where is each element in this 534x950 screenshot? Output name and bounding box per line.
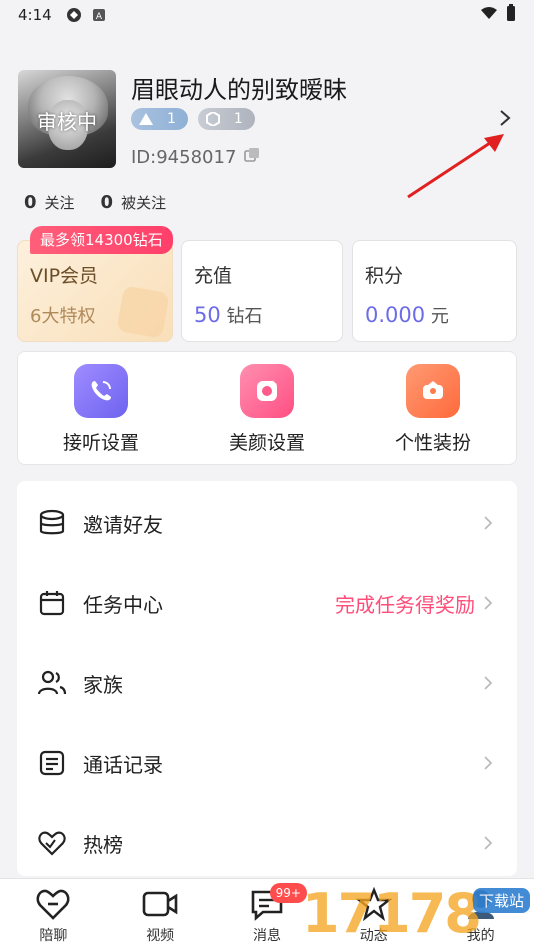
settings-menu: 邀请好友 任务中心 完成任务得奖励 家族 通话记录 热榜 bbox=[17, 481, 517, 876]
menu-item-label: 邀请好友 bbox=[83, 512, 163, 537]
asset-cards: VIP会员 6大特权 最多领14300钻石 充值 50 钻石 积分 0.000 … bbox=[17, 226, 517, 342]
following-stat[interactable]: 0 关注 bbox=[24, 192, 75, 213]
heart-chat-icon bbox=[36, 889, 70, 920]
app-badge-icon: A bbox=[92, 8, 106, 22]
user-id-text: ID:9458017 bbox=[131, 147, 237, 168]
status-bar: 4:14 A bbox=[0, 0, 534, 30]
shortcut-answer-settings[interactable]: 接听设置 bbox=[18, 352, 184, 464]
avatar-review-status: 审核中 bbox=[37, 110, 97, 134]
calendar-icon bbox=[37, 588, 67, 618]
profile-icon bbox=[467, 890, 494, 919]
dress-up-icon bbox=[406, 364, 460, 418]
recharge-title: 充值 bbox=[194, 265, 233, 287]
user-id: ID:9458017 bbox=[131, 147, 260, 168]
menu-item-task-center[interactable]: 任务中心 完成任务得奖励 bbox=[17, 563, 517, 643]
menu-item-label: 通话记录 bbox=[83, 752, 163, 777]
follow-stats: 0 关注 0 被关注 bbox=[24, 192, 166, 213]
shortcut-label: 个性装扮 bbox=[394, 432, 471, 454]
points-title: 积分 bbox=[365, 265, 404, 287]
status-time: 4:14 bbox=[18, 6, 52, 24]
points-amount: 0.000 bbox=[365, 303, 426, 327]
menu-item-label: 热榜 bbox=[83, 832, 123, 857]
chevron-right-icon bbox=[483, 834, 497, 852]
bottom-tab-bar: 陪聊 视频 消息 99+ 动态 我的 bbox=[0, 878, 534, 950]
followers-label: 被关注 bbox=[121, 194, 167, 212]
wifi-icon bbox=[480, 6, 498, 24]
wealth-level-badge: 1 bbox=[131, 108, 188, 130]
coins-stack-icon bbox=[37, 508, 67, 538]
vip-decoration bbox=[116, 285, 170, 339]
avatar[interactable]: 审核中 bbox=[18, 70, 116, 168]
chevron-right-icon bbox=[483, 754, 497, 772]
charm-level-badge: 1 bbox=[197, 108, 255, 130]
hexagon-gem-icon bbox=[205, 112, 220, 126]
points-card[interactable]: 积分 0.000 元 bbox=[352, 240, 517, 342]
beauty-icon bbox=[240, 364, 294, 418]
vip-promo-badge: 最多领14300钻石 bbox=[30, 226, 173, 254]
document-icon bbox=[37, 748, 67, 778]
profile-chevron-icon[interactable] bbox=[495, 108, 515, 128]
chevron-right-icon bbox=[483, 674, 497, 692]
video-icon bbox=[142, 891, 178, 917]
level-badges: 1 1 bbox=[131, 108, 255, 130]
following-label: 关注 bbox=[44, 194, 75, 212]
vip-title: VIP会员 bbox=[30, 265, 99, 287]
charm-level-value: 1 bbox=[233, 111, 243, 127]
phone-call-icon bbox=[74, 364, 128, 418]
shortcut-label: 接听设置 bbox=[62, 432, 139, 454]
vip-card[interactable]: VIP会员 6大特权 bbox=[17, 240, 173, 342]
menu-item-family[interactable]: 家族 bbox=[17, 643, 517, 723]
followers-count: 0 bbox=[100, 192, 114, 213]
recharge-card[interactable]: 充值 50 钻石 bbox=[181, 240, 343, 342]
unread-badge: 99+ bbox=[269, 883, 307, 903]
shortcut-beauty-settings[interactable]: 美颜设置 bbox=[184, 352, 350, 464]
nickname: 眉眼动人的别致暧昧 bbox=[131, 76, 347, 104]
points-unit: 元 bbox=[430, 306, 449, 327]
shortcut-label: 美颜设置 bbox=[228, 432, 305, 454]
chevron-right-icon bbox=[483, 514, 497, 532]
followers-stat[interactable]: 0 被关注 bbox=[101, 192, 167, 213]
heart-icon bbox=[37, 828, 67, 858]
diamond-amount: 50 bbox=[194, 303, 221, 327]
battery-icon bbox=[506, 4, 516, 26]
star-icon bbox=[355, 887, 392, 921]
menu-item-invite[interactable]: 邀请好友 bbox=[17, 483, 517, 563]
following-count: 0 bbox=[24, 192, 37, 213]
tab-label: 视频 bbox=[146, 928, 175, 944]
app-notification-icon bbox=[66, 7, 82, 23]
menu-item-label: 家族 bbox=[83, 672, 123, 697]
menu-item-call-history[interactable]: 通话记录 bbox=[17, 723, 517, 803]
shortcut-grid: 接听设置 美颜设置 个性装扮 bbox=[17, 351, 517, 465]
tab-moments[interactable]: 动态 bbox=[320, 879, 427, 950]
task-reward-hint: 完成任务得奖励 bbox=[335, 592, 475, 617]
tab-label: 陪聊 bbox=[39, 928, 68, 944]
tab-chat[interactable]: 陪聊 bbox=[0, 879, 107, 950]
tab-label: 我的 bbox=[466, 928, 495, 944]
wealth-level-value: 1 bbox=[167, 111, 176, 127]
svg-text:A: A bbox=[96, 12, 103, 22]
shortcut-dress-up[interactable]: 个性装扮 bbox=[350, 352, 516, 464]
menu-item-hot-list[interactable]: 热榜 bbox=[17, 803, 517, 876]
profile-header[interactable]: 审核中 眉眼动人的别致暧昧 1 1 ID:9458017 bbox=[18, 70, 518, 170]
diamond-unit: 钻石 bbox=[226, 306, 263, 327]
users-icon bbox=[37, 668, 67, 698]
tab-video[interactable]: 视频 bbox=[107, 879, 214, 950]
copy-icon[interactable] bbox=[244, 147, 260, 168]
chevron-right-icon bbox=[483, 594, 497, 612]
tab-messages[interactable]: 消息 99+ bbox=[214, 879, 321, 950]
tab-me[interactable]: 我的 bbox=[427, 879, 534, 950]
tab-label: 消息 bbox=[252, 928, 281, 944]
triangle-gem-icon bbox=[139, 113, 153, 125]
tab-label: 动态 bbox=[359, 928, 388, 944]
menu-item-label: 任务中心 bbox=[83, 592, 163, 617]
